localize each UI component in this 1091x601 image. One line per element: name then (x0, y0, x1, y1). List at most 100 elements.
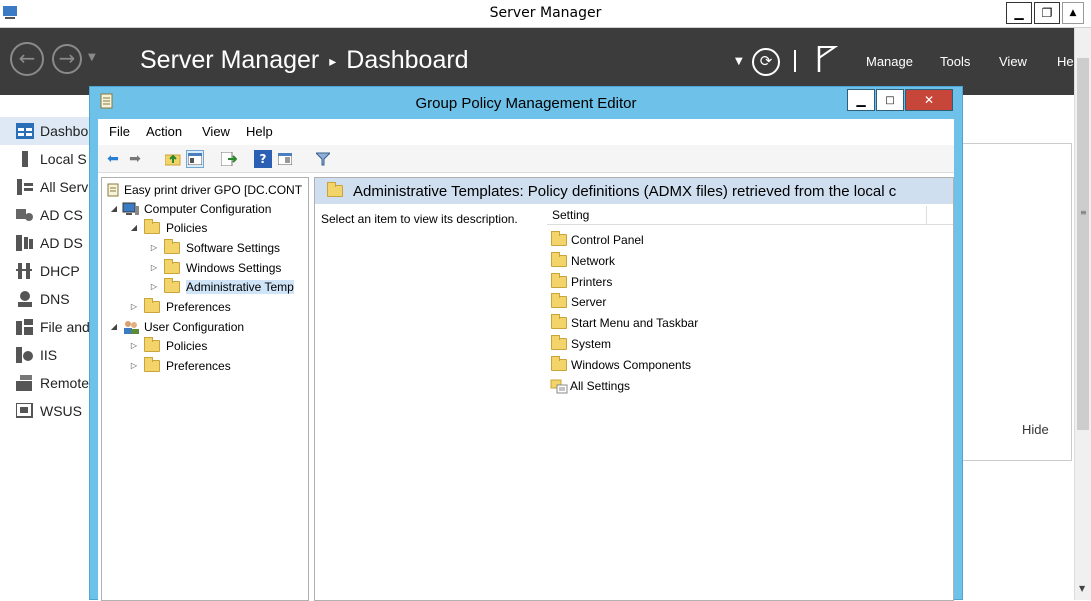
tree-computer-configuration[interactable]: ◢ Computer Configuration (108, 199, 271, 218)
sidebar-item-dashboard[interactable]: Dashbo (0, 117, 90, 145)
collapsed-triangle-icon[interactable]: ▷ (148, 243, 160, 252)
tree-software-settings[interactable]: ▷ Software Settings (148, 238, 280, 257)
server-manager-header: ← → ▼ Server Manager ▸ Dashboard ▼ ⟳ Manag… (0, 28, 1091, 95)
list-item-windows-components[interactable]: Windows Components (547, 355, 691, 375)
column-header-setting[interactable]: Setting (552, 208, 589, 222)
menu-manage[interactable]: Manage (866, 54, 913, 69)
details-header: Administrative Templates: Policy definit… (315, 178, 953, 204)
sidebar-item-file-and-storage[interactable]: File and (0, 313, 90, 341)
arrow-right-icon: → (58, 46, 76, 70)
file-storage-icon (16, 319, 33, 335)
notifications-flag-icon[interactable] (816, 44, 838, 74)
tree-policies[interactable]: ◢ Policies (128, 218, 207, 237)
sidebar-item-local-server[interactable]: Local S (0, 145, 90, 173)
breadcrumb: Server Manager ▸ Dashboard (140, 46, 469, 75)
collapsed-triangle-icon[interactable]: ▷ (128, 341, 140, 350)
sidebar-item-label: AD CS (40, 207, 83, 223)
sidebar-item-dhcp[interactable]: DHCP (0, 257, 90, 285)
back-button[interactable]: ← (10, 42, 44, 76)
sidebar-item-ad-cs[interactable]: AD CS (0, 201, 90, 229)
server-icon (22, 151, 28, 167)
tree-administrative-templates[interactable]: ▷ Administrative Temp (148, 277, 294, 296)
list-item-system[interactable]: System (547, 334, 611, 354)
hide-link[interactable]: Hide (1022, 422, 1049, 437)
menu-help[interactable]: He (1057, 54, 1074, 69)
tree-root-gpo[interactable]: Easy print driver GPO [DC.CONT (106, 180, 302, 199)
dashboard-icon (16, 123, 34, 139)
toolbar-back-button[interactable]: ⬅ (104, 150, 122, 168)
toolbar-export-button[interactable] (220, 150, 238, 168)
server-manager-titlebar: Server Manager ▁ ❐ ▲ (0, 0, 1091, 28)
expanded-triangle-icon[interactable]: ◢ (128, 223, 140, 232)
sidebar-item-dns[interactable]: DNS (0, 285, 90, 313)
scroll-up-button[interactable]: ▲ (1062, 2, 1084, 24)
chevron-up-icon: ▲ (1069, 8, 1077, 18)
toolbar-forward-button[interactable]: ➡ (126, 150, 144, 168)
sidebar-item-wsus[interactable]: WSUS (0, 397, 90, 425)
console-tree[interactable]: Easy print driver GPO [DC.CONT ◢ Compute… (101, 177, 309, 601)
toolbar-help-button[interactable]: ? (254, 150, 272, 168)
folder-icon (144, 356, 160, 372)
forward-button[interactable]: → (52, 44, 82, 74)
sidebar-item-label: Local S (40, 151, 87, 167)
vertical-scrollbar[interactable]: ≡ ▼ (1074, 28, 1091, 600)
list-item-network[interactable]: Network (547, 251, 615, 271)
sidebar-item-remote-access[interactable]: Remote (0, 369, 90, 397)
gpme-minimize-button[interactable]: ▁ (847, 89, 875, 111)
tree-preferences[interactable]: ▷ Preferences (128, 297, 231, 316)
list-item-all-settings[interactable]: All Settings (547, 376, 630, 396)
scrollbar-thumb[interactable] (1077, 58, 1089, 430)
tree-user-configuration[interactable]: ◢ User Configuration (108, 317, 244, 336)
list-item-printers[interactable]: Printers (547, 272, 612, 292)
sidebar-item-iis[interactable]: IIS (0, 341, 90, 369)
sidebar-item-ad-ds[interactable]: AD DS (0, 229, 90, 257)
restore-button[interactable]: ❐ (1034, 2, 1060, 24)
gpme-window-title: Group Policy Management Editor (415, 95, 637, 112)
toolbar-filter-button[interactable] (314, 150, 332, 168)
tree-label: Windows Settings (186, 260, 282, 275)
column-divider[interactable] (926, 206, 927, 225)
collapsed-triangle-icon[interactable]: ▷ (128, 361, 140, 370)
list-item-control-panel[interactable]: Control Panel (547, 230, 644, 250)
refresh-dropdown-icon[interactable]: ▼ (735, 56, 743, 67)
toolbar-properties-button[interactable] (276, 150, 294, 168)
refresh-button[interactable]: ⟳ (752, 48, 780, 76)
gpme-close-button[interactable]: ✕ (905, 89, 953, 111)
tree-label: Easy print driver GPO [DC.CONT (124, 182, 303, 197)
expanded-triangle-icon[interactable]: ◢ (108, 204, 120, 213)
chevron-down-icon[interactable]: ▼ (1079, 584, 1085, 593)
expanded-triangle-icon[interactable]: ◢ (108, 322, 120, 331)
description-text: Select an item to view its description. (321, 212, 518, 226)
gpme-maximize-button[interactable]: □ (876, 89, 904, 111)
folder-icon (551, 293, 567, 308)
toolbar-show-hide-tree-button[interactable] (186, 150, 204, 168)
menu-action[interactable]: Action (146, 124, 182, 139)
tree-user-policies[interactable]: ▷ Policies (128, 336, 207, 355)
properties-icon (278, 153, 292, 165)
arrow-left-icon: ← (18, 46, 36, 70)
menu-file[interactable]: File (109, 124, 130, 139)
list-item-server[interactable]: Server (547, 292, 606, 312)
menu-tools[interactable]: Tools (940, 54, 970, 69)
breadcrumb-app: Server Manager (140, 46, 320, 74)
menu-help[interactable]: Help (246, 124, 273, 139)
tree-windows-settings[interactable]: ▷ Windows Settings (148, 258, 281, 277)
collapsed-triangle-icon[interactable]: ▷ (128, 302, 140, 311)
sidebar-item-all-servers[interactable]: All Serv (0, 173, 90, 201)
header-divider (794, 50, 796, 72)
wsus-icon (16, 403, 33, 418)
toolbar-up-button[interactable] (164, 150, 182, 168)
gpme-client-area: File Action View Help ⬅ ➡ ? Easy print d… (98, 119, 954, 601)
minimize-button[interactable]: ▁ (1006, 2, 1032, 24)
collapsed-triangle-icon[interactable]: ▷ (148, 263, 160, 272)
list-item-start-menu-and-taskbar[interactable]: Start Menu and Taskbar (547, 313, 698, 333)
remote-access-icon (16, 375, 32, 391)
arrow-right-icon: ➡ (129, 151, 141, 167)
collapsed-triangle-icon[interactable]: ▷ (148, 282, 160, 291)
menu-view[interactable]: View (202, 124, 230, 139)
menu-view[interactable]: View (999, 54, 1027, 69)
sidebar-item-label: DHCP (40, 263, 80, 279)
folder-icon (551, 231, 567, 246)
history-dropdown-icon[interactable]: ▼ (88, 52, 96, 63)
tree-user-preferences[interactable]: ▷ Preferences (128, 356, 231, 375)
